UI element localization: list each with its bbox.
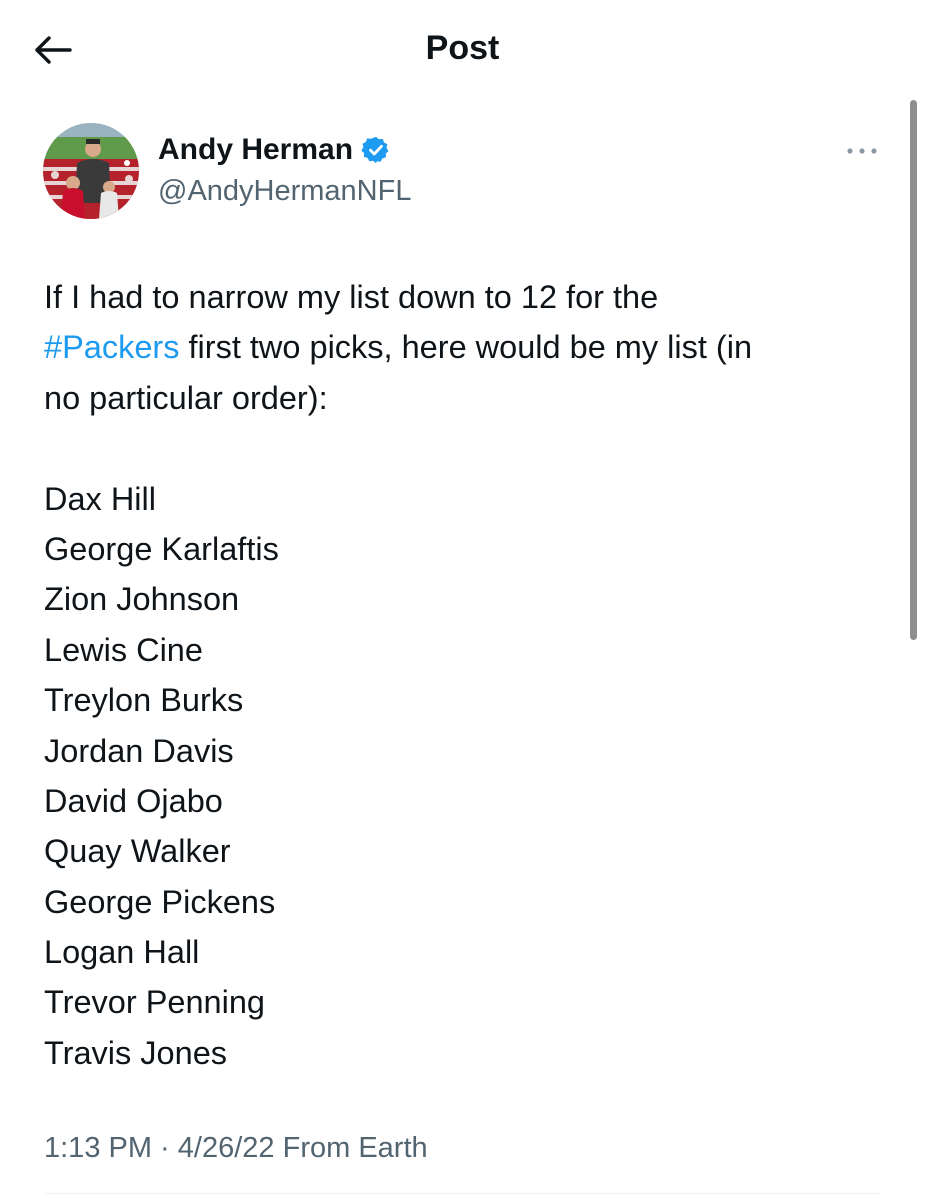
author-name-row[interactable]: Andy Herman [158,130,391,170]
tweet-line: #Packers first two picks, here would be … [44,322,894,372]
scrollbar[interactable] [910,100,917,640]
more-options-button[interactable] [840,134,884,168]
player-item: Trevor Penning [44,984,265,1021]
author-handle[interactable]: @AndyHermanNFL [158,172,411,210]
player-item: David Ojabo [44,782,223,819]
player-item: Dax Hill [44,480,156,517]
player-item: Treylon Burks [44,682,244,719]
player-item: Zion Johnson [44,581,240,618]
tweet-line: no particular order): [44,379,328,416]
player-item: Jordan Davis [44,732,234,769]
tweet-text: If I had to narrow my list down to 12 fo… [44,272,894,1078]
post-time[interactable]: 1:13 PM [44,1132,152,1164]
hashtag-link[interactable]: #Packers [44,329,179,365]
player-item: Quay Walker [44,833,231,870]
tweet-line-text: first two picks, here would be my list (… [179,329,753,366]
post-date[interactable]: 4/26/22 [178,1132,275,1164]
post-source: From Earth [274,1132,428,1164]
player-item: George Pickens [44,883,276,920]
top-bar: Post [0,0,925,100]
author-name: Andy Herman [158,133,354,166]
player-item: Travis Jones [44,1034,228,1071]
player-item: Lewis Cine [44,631,203,668]
more-dots-icon [847,148,877,154]
verified-badge-icon [361,136,389,164]
page-title: Post [425,29,500,67]
player-item: George Karlaftis [44,530,279,567]
avatar[interactable] [43,123,139,219]
avatar-photo [43,123,139,219]
post-meta: 1:13 PM · 4/26/22 From Earth [44,1128,428,1168]
meta-separator: · [152,1132,178,1164]
divider [44,1193,882,1194]
tweet-line: If I had to narrow my list down to 12 fo… [44,279,659,315]
player-item: Logan Hall [44,934,200,971]
